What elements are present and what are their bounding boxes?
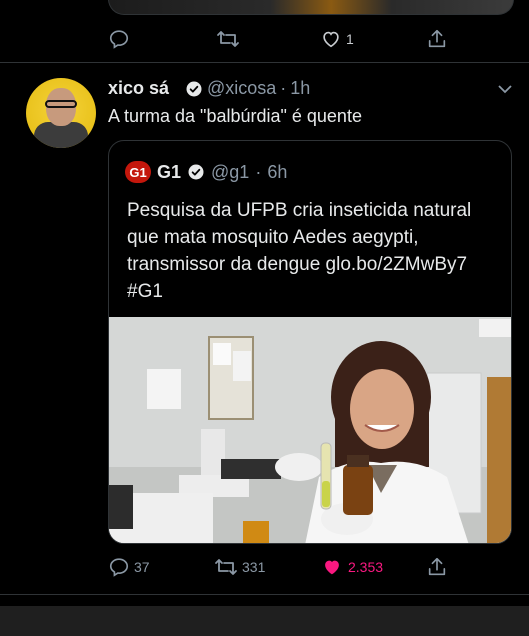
share-button[interactable] — [426, 28, 448, 50]
like-button[interactable]: 1 — [320, 28, 354, 50]
share-button[interactable] — [426, 556, 448, 578]
verified-icon — [186, 81, 202, 96]
avatar[interactable] — [26, 78, 96, 148]
bottom-bar — [0, 606, 529, 636]
meta-separator: · — [280, 78, 287, 98]
previous-tweet-actions: 1 — [108, 28, 448, 52]
reply-icon — [109, 30, 129, 49]
reply-count: 37 — [134, 559, 150, 575]
reply-button[interactable] — [108, 28, 134, 50]
reply-icon — [109, 558, 129, 577]
quoted-tweet-header: G1 G1 @g1 · 6h — [125, 161, 287, 183]
quoted-tweet-time[interactable]: 6h — [267, 162, 287, 183]
retweet-icon — [217, 31, 239, 47]
like-icon — [323, 31, 339, 48]
quoted-meta-separator: · — [255, 161, 262, 182]
chevron-down-icon — [498, 85, 512, 94]
quoted-tweet-photo[interactable] — [109, 317, 511, 543]
author-handle[interactable]: @xicosa — [207, 78, 276, 99]
author-name[interactable]: xico sá — [108, 78, 169, 99]
retweet-button[interactable] — [216, 28, 244, 50]
lab-photo-illustration — [109, 317, 511, 543]
tweet-menu-button[interactable] — [497, 82, 513, 100]
like-count: 2.353 — [348, 559, 384, 575]
verified-icon — [188, 164, 204, 180]
retweet-button[interactable]: 331 — [214, 556, 265, 578]
like-button[interactable]: 2.353 — [320, 556, 383, 578]
reply-button[interactable]: 37 — [108, 556, 150, 578]
quoted-tweet[interactable]: G1 G1 @g1 · 6h Pesquisa da UFPB cria ins… — [108, 140, 512, 544]
tweet-divider — [0, 594, 529, 595]
retweet-count: 331 — [242, 559, 266, 575]
quoted-tweet-text: Pesquisa da UFPB cria inseticida natural… — [127, 200, 472, 302]
like-icon — [325, 560, 339, 575]
like-count: 1 — [346, 31, 354, 47]
share-icon — [428, 29, 446, 48]
quoted-author-name[interactable]: G1 — [157, 162, 181, 183]
g1-logo: G1 — [125, 161, 151, 183]
retweet-icon — [215, 559, 237, 575]
tweet-actions: 37 331 2.353 — [108, 556, 448, 580]
tweet-time[interactable]: 1h — [290, 78, 310, 99]
tweet-divider — [0, 62, 529, 63]
share-icon — [428, 557, 446, 576]
tweet-meta: @xicosa · 1h — [185, 78, 310, 99]
previous-tweet-media[interactable] — [108, 0, 514, 15]
quoted-author-handle[interactable]: @g1 — [211, 162, 249, 183]
tweet-text: A turma da "balbúrdia" é quente — [108, 106, 362, 126]
